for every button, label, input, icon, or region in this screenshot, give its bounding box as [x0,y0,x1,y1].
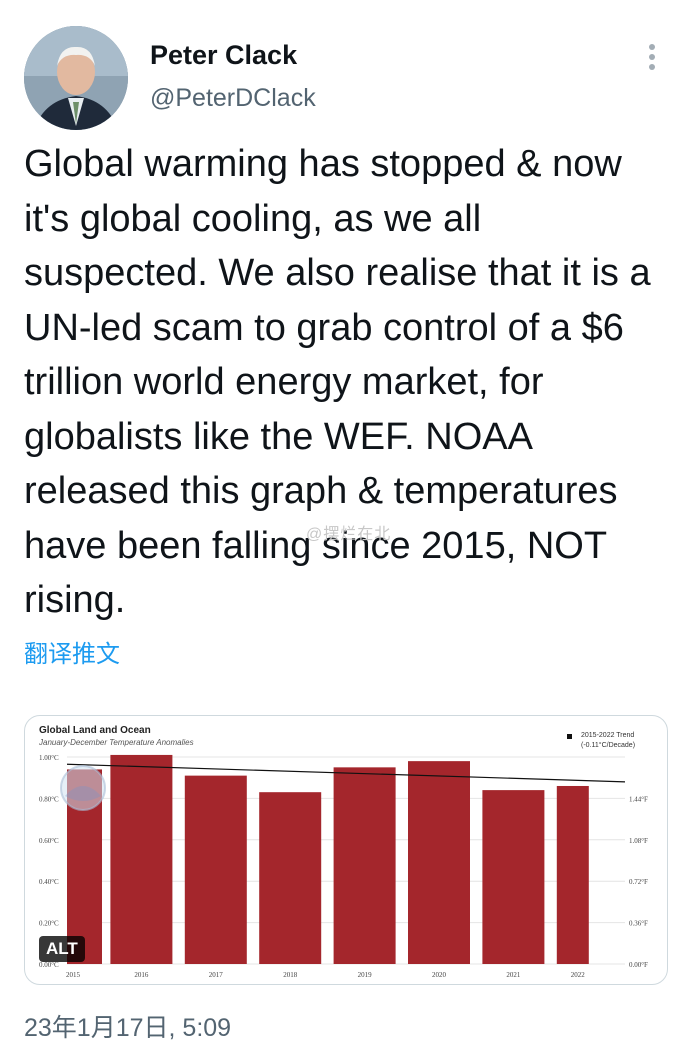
author-handle[interactable]: @PeterDClack [150,84,316,113]
tweet-text: Global warming has stopped & now it's gl… [24,143,651,621]
y-tick-label-right: 1.08°F [629,837,648,845]
watermark: @摆烂在北 [306,526,392,543]
chart-bar [333,767,396,964]
x-tick-label: 2019 [358,971,373,979]
x-tick-label: 2021 [506,971,521,979]
temperature-chart: 0.00°C 0.20°C 0.40°C 0.60°C 0.80°C 1.00°C 0.00… [39,754,648,979]
y-tick-label-left: 1.00°C [39,754,59,762]
y-tick-label-left: 0.00°C [39,961,59,969]
y-tick-label-left: 0.40°C [39,878,59,886]
author-name[interactable]: Peter Clack [150,40,297,71]
x-tick-label: 2016 [134,971,149,979]
y-tick-label-left: 0.60°C [39,837,59,845]
author-avatar[interactable] [24,26,128,130]
chart-bar [259,792,322,964]
avatar-photo [24,26,128,130]
alt-button[interactable]: ALT [39,936,85,962]
y-tick-label-left: 0.80°C [39,795,59,803]
y-tick-label-right: 0.72°F [629,878,648,886]
translate-tweet-link[interactable]: 翻译推文 [24,634,120,669]
tweet-media-image[interactable]: Global Land and Ocean January-December T… [24,715,668,985]
chart-bar [110,754,173,964]
y-tick-label-right: 0.36°F [629,920,648,928]
x-tick-label: 2017 [209,971,224,979]
x-tick-label: 2018 [283,971,298,979]
y-tick-label-right: 0.00°F [629,961,648,969]
more-options-icon[interactable] [638,40,666,74]
y-tick-label-left: 0.20°C [39,920,59,928]
chart-bar [482,790,545,964]
y-tick-label-right: 1.44°F [629,795,648,803]
chart-bar [184,775,247,964]
x-tick-label: 2022 [571,971,586,979]
x-tick-label: 2015 [66,971,81,979]
chart-bar [408,761,470,964]
x-tick-label: 2020 [432,971,447,979]
chart-bar [556,785,589,964]
tweet-timestamp[interactable]: 23年1月17日, 5:09 [24,1008,231,1044]
